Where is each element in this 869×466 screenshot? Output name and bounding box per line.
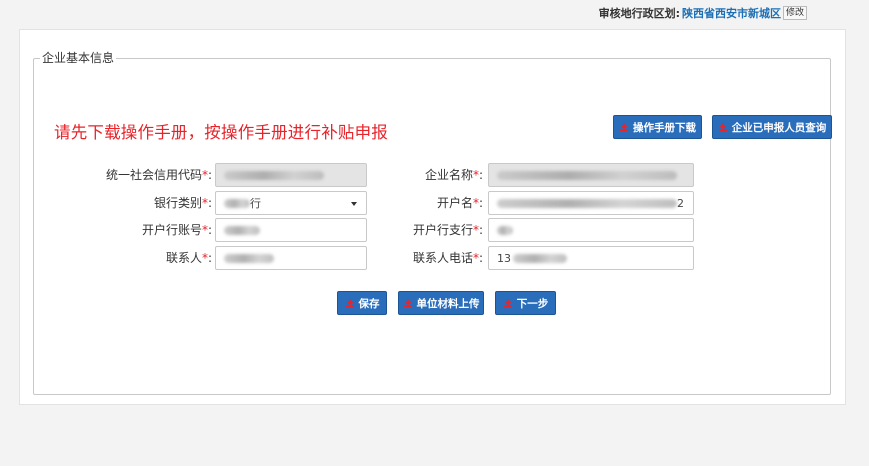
manual-download-button[interactable]: 操作手册下载 xyxy=(613,115,702,139)
region-label: 审核地行政区划: xyxy=(598,7,680,20)
contact-label: 联系人*: xyxy=(165,251,212,265)
manual-notice: 请先下载操作手册，按操作手册进行补贴申报 xyxy=(54,123,388,142)
download-icon xyxy=(620,123,628,131)
edit-region-button[interactable]: 修改 xyxy=(782,6,807,20)
upload-materials-button[interactable]: 单位材料上传 xyxy=(398,291,484,315)
manual-download-label: 操作手册下载 xyxy=(633,121,696,134)
account-name-input[interactable]: 2 xyxy=(488,191,694,215)
credit-code-label: 统一社会信用代码*: xyxy=(105,168,212,182)
contact-phone-label: 联系人电话*: xyxy=(412,251,483,265)
download-icon xyxy=(403,299,412,307)
applied-query-label: 企业已申报人员查询 xyxy=(731,121,827,134)
next-step-button[interactable]: 下一步 xyxy=(495,291,556,315)
company-name-input[interactable] xyxy=(488,163,694,187)
company-info-fieldset: 企业基本信息 请先下载操作手册，按操作手册进行补贴申报 操作手册下载 企业已申报… xyxy=(33,50,832,395)
download-icon xyxy=(345,299,354,307)
upload-materials-label: 单位材料上传 xyxy=(416,297,480,310)
contact-phone-input[interactable]: 13 xyxy=(488,246,694,270)
main-panel: 企业基本信息 请先下载操作手册，按操作手册进行补贴申报 操作手册下载 企业已申报… xyxy=(19,29,846,405)
bank-account-label: 开户行账号*: xyxy=(141,223,212,237)
next-step-label: 下一步 xyxy=(516,297,549,310)
save-button[interactable]: 保存 xyxy=(337,291,387,315)
bank-branch-label: 开户行支行*: xyxy=(412,223,483,237)
section-title: 企业基本信息 xyxy=(40,50,117,66)
applied-query-button[interactable]: 企业已申报人员查询 xyxy=(712,115,832,139)
save-label: 保存 xyxy=(358,297,380,310)
bank-branch-input[interactable] xyxy=(488,218,694,242)
download-icon xyxy=(503,299,512,307)
account-name-label: 开户名*: xyxy=(436,196,483,210)
company-name-label: 企业名称*: xyxy=(424,168,483,182)
region-bar: 审核地行政区划: 陕西省西安市新城区 修改 xyxy=(599,4,807,22)
download-icon xyxy=(718,123,727,131)
region-value: 陕西省西安市新城区 xyxy=(681,7,781,20)
bank-type-label: 银行类别*: xyxy=(153,196,212,210)
